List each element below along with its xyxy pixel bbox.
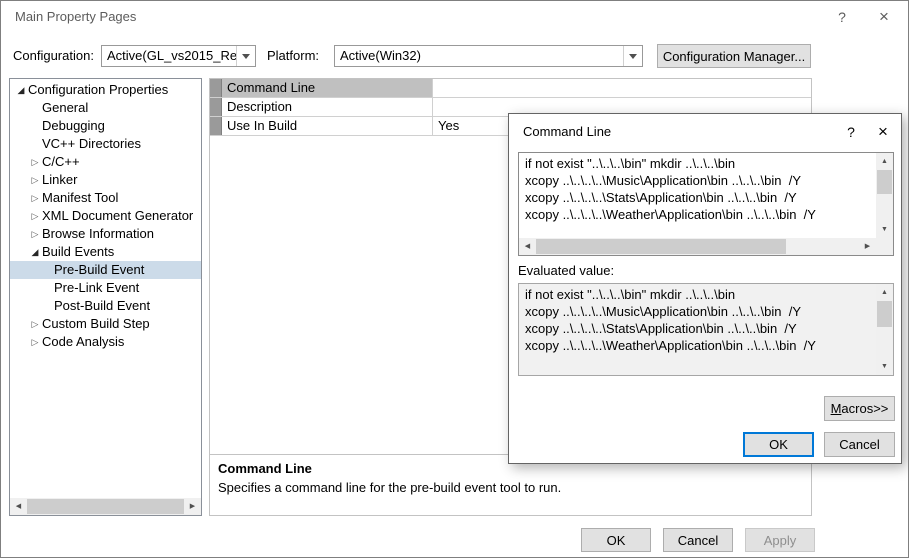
tree-item-label: XML Document Generator: [42, 207, 193, 225]
scrollbar-thumb[interactable]: [877, 170, 892, 194]
apply-button: Apply: [745, 528, 815, 552]
configuration-label: Configuration:: [13, 45, 94, 67]
tree-item-label: Browse Information: [42, 225, 154, 243]
command-line-dialog-title: Command Line: [523, 124, 611, 139]
configuration-combo-value: Active(GL_vs2015_Release: [107, 46, 236, 66]
ok-button[interactable]: OK: [581, 528, 651, 552]
macros-button[interactable]: Macros>>: [824, 396, 895, 421]
tree-item-general[interactable]: General: [10, 99, 201, 117]
macros-accelerator: M: [831, 401, 842, 416]
scroll-down-icon[interactable]: ▼: [876, 358, 893, 375]
tree-item-custom-build-step[interactable]: ▷ Custom Build Step: [10, 315, 201, 333]
tree-item-post-build-event[interactable]: Post-Build Event: [10, 297, 201, 315]
command-text-area[interactable]: if not exist "..\..\..\bin" mkdir ..\..\…: [518, 152, 894, 256]
help-icon[interactable]: ?: [828, 5, 856, 29]
main-dialog-title: Main Property Pages: [15, 9, 136, 24]
evaluated-text: if not exist "..\..\..\bin" mkdir ..\..\…: [519, 284, 876, 375]
scroll-up-icon[interactable]: ▲: [876, 153, 893, 170]
command-line-titlebar: Command Line ? ×: [509, 114, 901, 150]
expander-expanded-icon[interactable]: ◢: [28, 243, 42, 261]
expander-collapsed-icon[interactable]: ▷: [28, 225, 42, 243]
property-description-text: Specifies a command line for the pre-bui…: [218, 480, 803, 495]
scroll-left-icon[interactable]: ◀: [519, 238, 536, 255]
scroll-down-icon[interactable]: ▼: [876, 221, 893, 238]
row-indicator: [210, 117, 222, 135]
tree-item-build-events[interactable]: ◢ Build Events: [10, 243, 201, 261]
command-line-dialog: Command Line ? × if not exist "..\..\..\…: [508, 113, 902, 464]
configuration-tree: ◢ Configuration Properties General Debug…: [9, 78, 202, 516]
tree-item-code-analysis[interactable]: ▷ Code Analysis: [10, 333, 201, 351]
tree-item-browse-information[interactable]: ▷ Browse Information: [10, 225, 201, 243]
macros-label-rest: acros>>: [841, 401, 888, 416]
scroll-right-icon[interactable]: ▶: [859, 238, 876, 255]
platform-label: Platform:: [267, 45, 319, 67]
tree-item-pre-link-event[interactable]: Pre-Link Event: [10, 279, 201, 297]
tree-item-vcpp-directories[interactable]: VC++ Directories: [10, 135, 201, 153]
main-titlebar: Main Property Pages ? ×: [1, 1, 908, 33]
tree-item-label: Manifest Tool: [42, 189, 118, 207]
close-icon[interactable]: ×: [870, 5, 898, 29]
scrollbar-corner: [876, 238, 893, 255]
tree-item-manifest-tool[interactable]: ▷ Manifest Tool: [10, 189, 201, 207]
tree-item-label: Configuration Properties: [28, 81, 168, 99]
evaluated-value-area[interactable]: if not exist "..\..\..\bin" mkdir ..\..\…: [518, 283, 894, 376]
evaluated-value-label: Evaluated value:: [518, 260, 614, 282]
tree-item-label: Post-Build Event: [54, 297, 150, 315]
property-label[interactable]: Command Line: [222, 79, 433, 97]
command-text[interactable]: if not exist "..\..\..\bin" mkdir ..\..\…: [519, 153, 876, 238]
tree-item-configuration-properties[interactable]: ◢ Configuration Properties: [10, 81, 201, 99]
expander-collapsed-icon[interactable]: ▷: [28, 153, 42, 171]
tree-item-label: Pre-Build Event: [54, 261, 144, 279]
row-indicator: [210, 98, 222, 116]
ok-button[interactable]: OK: [743, 432, 814, 457]
tree-item-label: Custom Build Step: [42, 315, 150, 333]
tree-item-label: General: [42, 99, 88, 117]
tree-item-label: Linker: [42, 171, 77, 189]
scroll-right-icon[interactable]: ▶: [184, 498, 201, 515]
expander-collapsed-icon[interactable]: ▷: [28, 189, 42, 207]
row-indicator: [210, 79, 222, 97]
configuration-combo[interactable]: Active(GL_vs2015_Release: [101, 45, 256, 67]
tree-item-label: VC++ Directories: [42, 135, 141, 153]
tree-item-label: Pre-Link Event: [54, 279, 139, 297]
help-icon[interactable]: ?: [837, 120, 865, 144]
tree-item-label: Code Analysis: [42, 333, 124, 351]
scrollbar-thumb[interactable]: [27, 499, 184, 514]
tree-item-xml-document-generator[interactable]: ▷ XML Document Generator: [10, 207, 201, 225]
scroll-up-icon[interactable]: ▲: [876, 284, 893, 301]
property-value[interactable]: [433, 79, 811, 97]
expander-collapsed-icon[interactable]: ▷: [28, 171, 42, 189]
tree-item-c-cpp[interactable]: ▷ C/C++: [10, 153, 201, 171]
command-horizontal-scrollbar[interactable]: ◀ ▶: [519, 238, 876, 255]
evaluated-vertical-scrollbar[interactable]: ▲ ▼: [876, 284, 893, 375]
tree-item-debugging[interactable]: Debugging: [10, 117, 201, 135]
tree-item-linker[interactable]: ▷ Linker: [10, 171, 201, 189]
cancel-button[interactable]: Cancel: [824, 432, 895, 457]
tree-horizontal-scrollbar[interactable]: ◀ ▶: [10, 498, 201, 515]
scrollbar-thumb[interactable]: [536, 239, 786, 254]
dropdown-arrow-icon[interactable]: [236, 46, 255, 66]
dropdown-arrow-icon[interactable]: [623, 46, 642, 66]
expander-collapsed-icon[interactable]: ▷: [28, 333, 42, 351]
configuration-manager-button[interactable]: Configuration Manager...: [657, 44, 811, 68]
property-label[interactable]: Use In Build: [222, 117, 433, 135]
platform-combo-value: Active(Win32): [340, 46, 623, 66]
scroll-left-icon[interactable]: ◀: [10, 498, 27, 515]
scrollbar-thumb[interactable]: [877, 301, 892, 327]
tree-item-label: C/C++: [42, 153, 80, 171]
property-label[interactable]: Description: [222, 98, 433, 116]
close-icon[interactable]: ×: [869, 120, 897, 144]
expander-collapsed-icon[interactable]: ▷: [28, 207, 42, 225]
property-row-command-line[interactable]: Command Line: [210, 79, 811, 98]
tree-item-label: Debugging: [42, 117, 105, 135]
cancel-button[interactable]: Cancel: [663, 528, 733, 552]
tree-item-label: Build Events: [42, 243, 114, 261]
main-property-pages-dialog: Main Property Pages ? × Configuration: A…: [0, 0, 909, 558]
tree-item-pre-build-event[interactable]: Pre-Build Event: [10, 261, 201, 279]
expander-expanded-icon[interactable]: ◢: [14, 81, 28, 99]
platform-combo[interactable]: Active(Win32): [334, 45, 643, 67]
expander-collapsed-icon[interactable]: ▷: [28, 315, 42, 333]
command-vertical-scrollbar[interactable]: ▲ ▼: [876, 153, 893, 238]
